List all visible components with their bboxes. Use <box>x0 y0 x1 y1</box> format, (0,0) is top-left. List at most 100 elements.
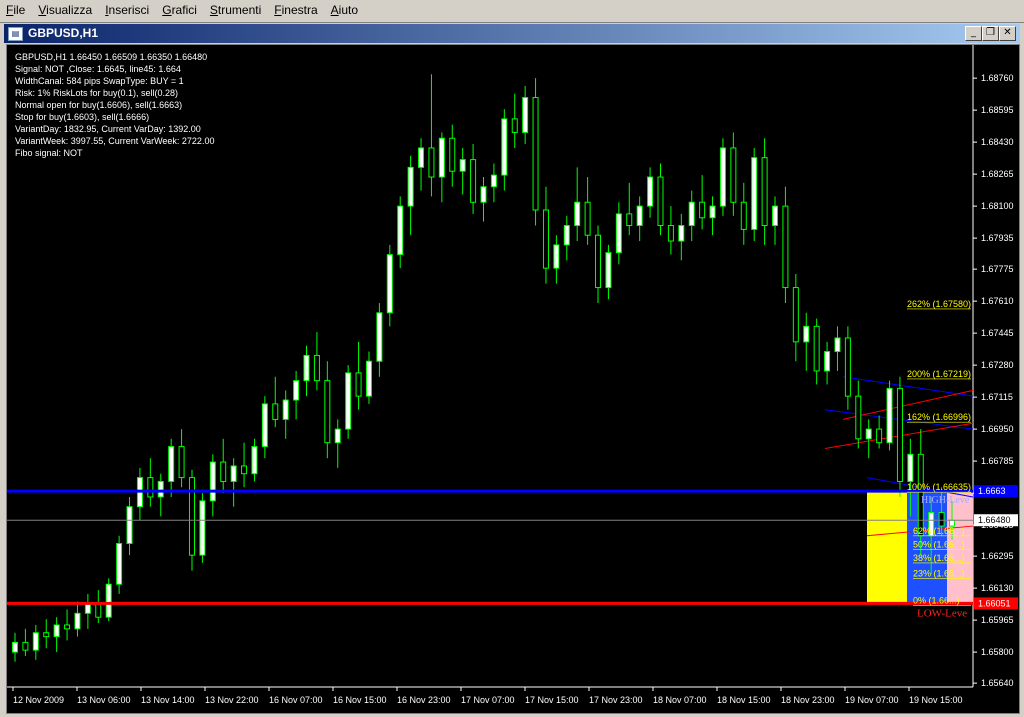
candle-body <box>116 543 123 585</box>
minimize-button[interactable]: _ <box>965 26 982 41</box>
candle <box>220 438 227 494</box>
candle-body <box>574 201 581 227</box>
restore-button[interactable]: ❐ <box>982 26 999 41</box>
chart-area[interactable]: 1.68760 1.68595 1.68430 1.68265 1.68100 1.679… <box>6 44 1020 714</box>
price-tick-label: 1.67610 <box>981 296 1014 306</box>
candle <box>886 380 893 451</box>
candle-body <box>355 372 362 397</box>
candle <box>865 419 872 459</box>
candle <box>53 617 60 653</box>
candle-body <box>397 205 404 256</box>
menu-tools[interactable]: Strumenti <box>204 0 268 22</box>
candle-body <box>490 174 497 188</box>
current-price-label: 1.66480 <box>978 515 1011 525</box>
candle-body <box>595 234 602 289</box>
candle <box>688 190 695 242</box>
candle-body <box>293 380 300 401</box>
price-tick-label: 1.65965 <box>981 615 1014 625</box>
candle-body <box>480 186 487 203</box>
candle <box>584 177 591 245</box>
candle-body <box>522 97 529 133</box>
candle <box>282 390 289 439</box>
chart-window-icon: ▤ <box>8 27 23 41</box>
menu-charts[interactable]: Grafici <box>156 0 204 22</box>
candle-body <box>782 205 789 289</box>
candle <box>574 167 581 242</box>
candle <box>168 438 175 497</box>
candle-body <box>511 118 518 133</box>
time-tick-label: 16 Nov 23:00 <box>397 695 451 705</box>
candle-body <box>199 500 206 556</box>
candle-body <box>376 312 383 362</box>
candle <box>730 132 737 216</box>
menu-view[interactable]: Visualizza <box>32 0 99 22</box>
candle <box>303 345 310 397</box>
info-line: GBPUSD,H1 1.66450 1.66509 1.66350 1.6648… <box>15 52 208 62</box>
close-button[interactable]: ✕ <box>999 26 1016 41</box>
price-tick-label: 1.66295 <box>981 551 1014 561</box>
candle <box>792 273 799 362</box>
candle <box>719 138 726 216</box>
candle-body <box>792 287 799 343</box>
candle-body <box>844 337 851 397</box>
candle-body <box>230 465 237 482</box>
candle <box>178 429 185 488</box>
candle <box>157 473 164 517</box>
candle-body <box>84 603 91 614</box>
fibo-level-label: 23% (1.66...) <box>913 568 965 578</box>
menu-insert[interactable]: Inserisci <box>99 0 156 22</box>
time-tick-label: 16 Nov 07:00 <box>269 695 323 705</box>
candle-body <box>105 583 112 618</box>
fibo-level-label: 200% (1.67219) <box>907 369 971 379</box>
high-level-label: 1.6663 <box>978 486 1006 496</box>
chart-window-titlebar[interactable]: ▤ GBPUSD,H1 _ ❐ ✕ <box>4 24 1020 43</box>
candle-body <box>855 395 862 440</box>
candle <box>334 419 341 468</box>
candle <box>761 138 768 245</box>
fibo-level-label: 0% (1.66...) <box>913 595 960 605</box>
price-tick-label: 1.68100 <box>981 201 1014 211</box>
fibo-level-label: 162% (1.66996) <box>907 412 971 422</box>
price-tick-label: 1.65640 <box>981 678 1014 688</box>
candle-body <box>438 137 445 178</box>
candle-body <box>719 147 726 207</box>
menu-bar: File Visualizza Inserisci Grafici Strumenti F… <box>0 0 1024 23</box>
candle-body <box>147 477 154 498</box>
candle <box>501 109 508 191</box>
candle <box>345 365 352 439</box>
info-line: Fibo signal: NOT <box>15 148 83 158</box>
candle-body <box>688 201 695 227</box>
candle-body <box>876 428 883 444</box>
candle-body <box>584 201 591 236</box>
price-tick-label: 1.66950 <box>981 424 1014 434</box>
candle <box>126 496 133 556</box>
time-tick-label: 17 Nov 23:00 <box>589 695 643 705</box>
candle-body <box>615 213 622 254</box>
candle <box>449 124 456 187</box>
candle <box>397 196 404 269</box>
candle <box>22 628 29 656</box>
info-line: Stop for buy(1.6603), sell(1.6666) <box>15 112 150 122</box>
menu-file[interactable]: File <box>0 0 32 22</box>
window-title: GBPUSD,H1 <box>28 26 99 40</box>
candle-body <box>501 118 508 176</box>
indicator-info-panel: GBPUSD,H1 1.66450 1.66509 1.66350 1.6648… <box>15 51 214 159</box>
candle-body <box>418 147 425 168</box>
candle <box>667 206 674 255</box>
fibo-level-label: 38% (1.66...) <box>913 553 965 563</box>
candle-body <box>678 225 685 242</box>
low-level-label: 1.66051 <box>978 598 1011 608</box>
candle-body <box>282 399 289 420</box>
menu-window[interactable]: Finestra <box>268 0 324 22</box>
candle <box>595 225 602 304</box>
candle <box>699 175 706 230</box>
candle-body <box>730 147 737 203</box>
candle <box>418 138 425 191</box>
candle <box>459 147 466 195</box>
candle-body <box>803 325 810 343</box>
menu-help[interactable]: Aiuto <box>325 0 365 22</box>
candle <box>803 312 810 371</box>
candle-body <box>886 387 893 444</box>
candle <box>782 186 789 304</box>
candle <box>355 341 362 410</box>
